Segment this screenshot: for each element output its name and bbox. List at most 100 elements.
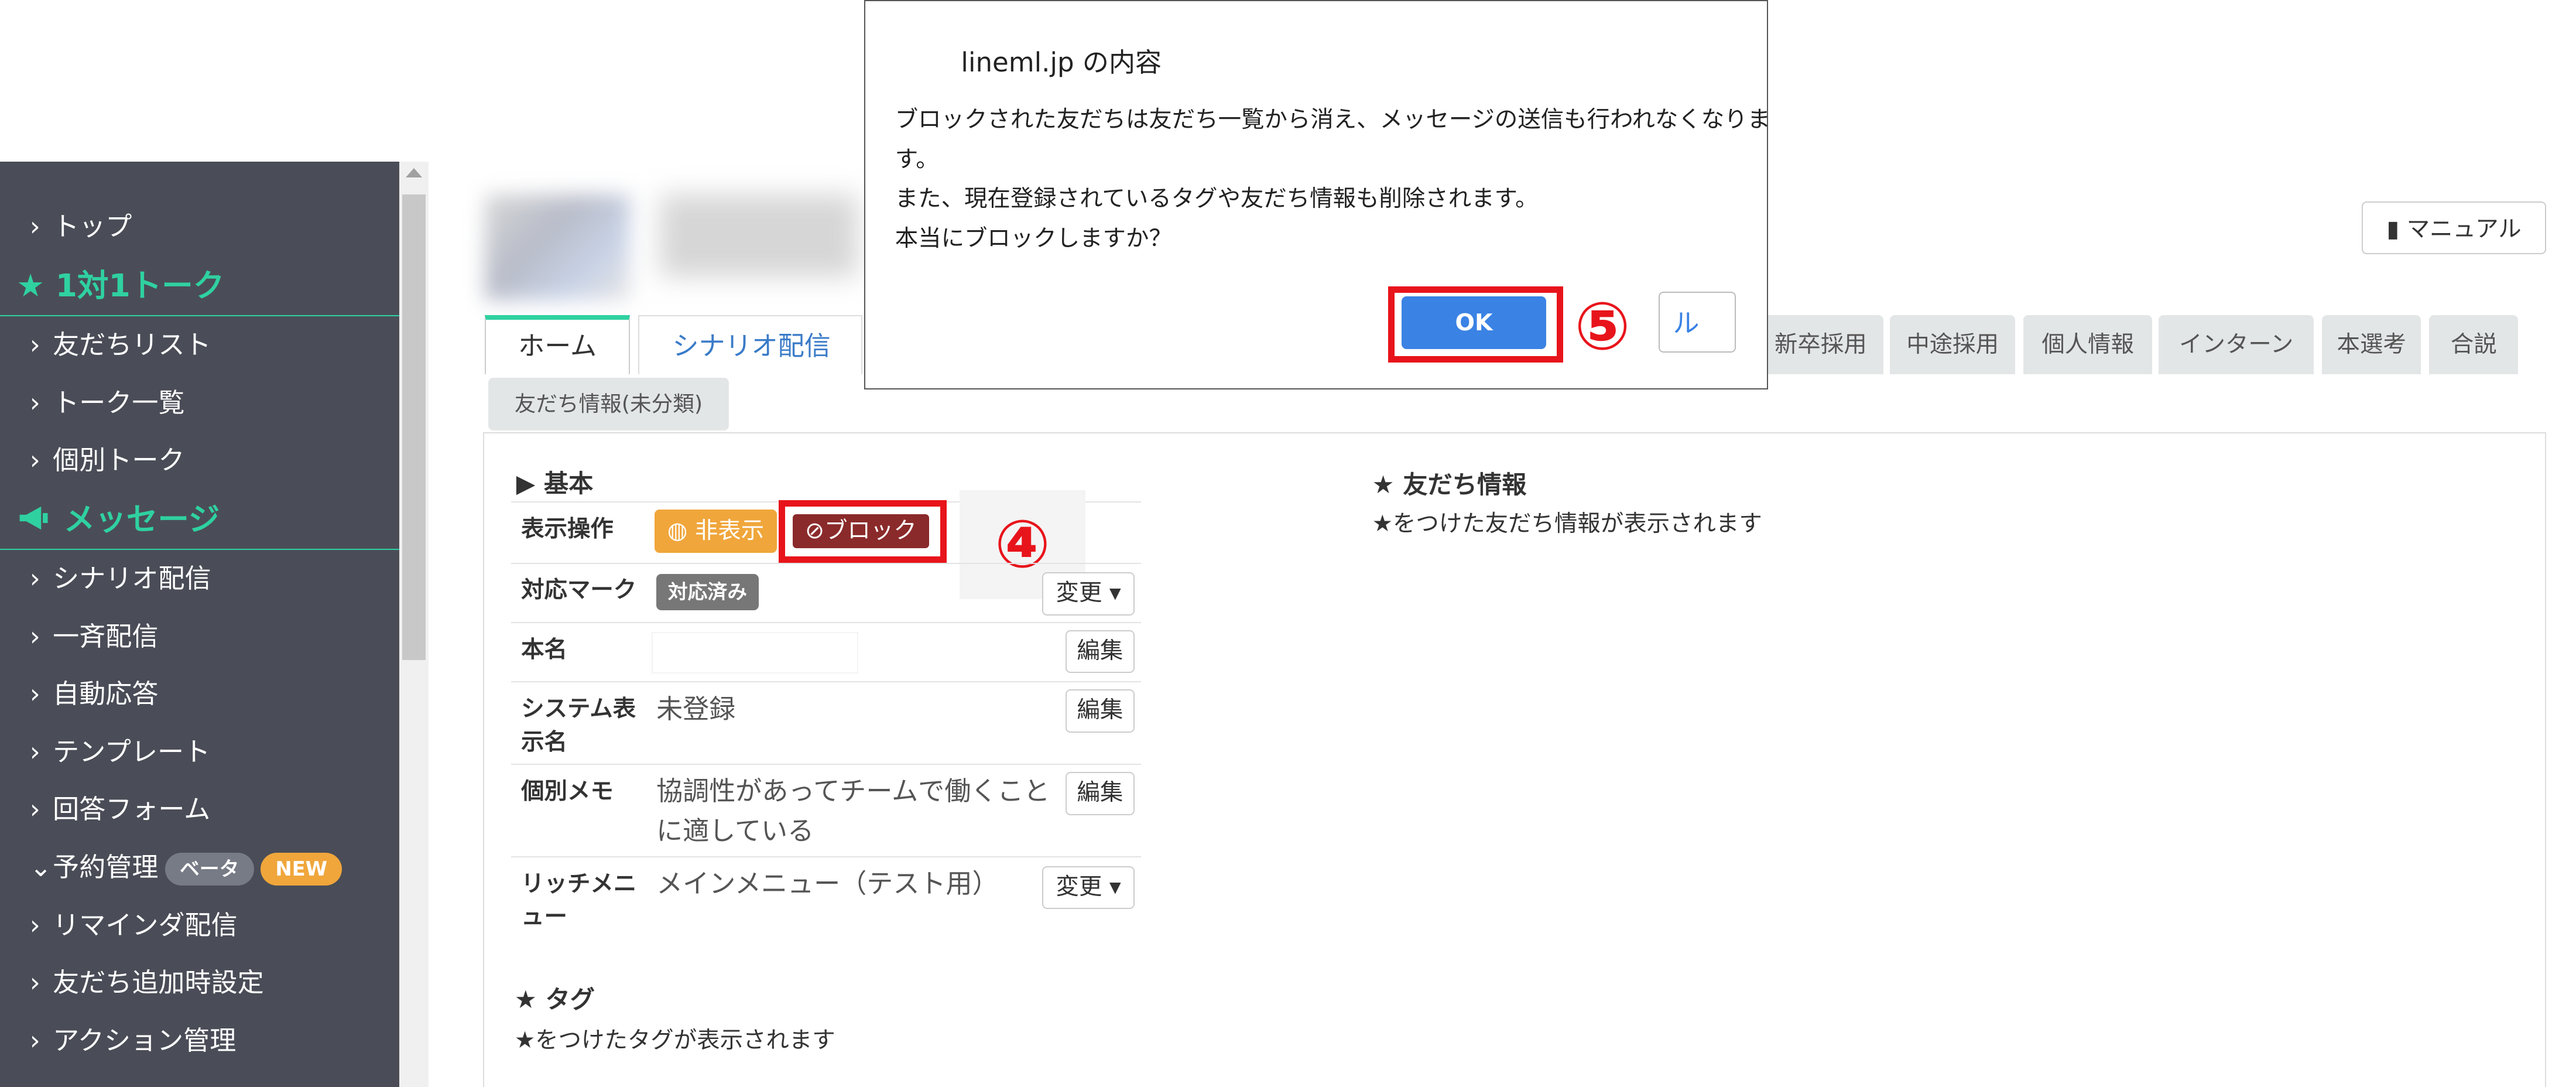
manual-button[interactable]: ▮ マニュアル	[2361, 201, 2547, 254]
star-icon: ★	[16, 266, 56, 304]
friend-name-blurred	[659, 194, 858, 278]
tab-tag-new-grad[interactable]: 新卒採用	[1758, 315, 1883, 375]
chevron-right-icon: ›	[29, 387, 40, 418]
manual-label: マニュアル	[2406, 215, 2522, 242]
tab-tag-briefing[interactable]: 合説	[2429, 315, 2519, 375]
tab-tag-intern[interactable]: インターン	[2159, 315, 2314, 375]
sidebar-section-label: メッセージ	[63, 500, 220, 538]
sidebar-item-action[interactable]: › アクション管理	[0, 1012, 399, 1070]
block-label: ブロック	[824, 517, 917, 545]
edit-system-name-button[interactable]: 編集	[1065, 689, 1135, 733]
status-badge: 対応済み	[656, 574, 759, 611]
new-badge: NEW	[261, 852, 342, 886]
chevron-right-icon: ›	[29, 909, 40, 941]
ok-button[interactable]: OK	[1401, 296, 1547, 350]
sidebar-item-label: 回答フォーム	[53, 794, 211, 825]
chevron-right-icon: ›	[29, 678, 40, 710]
dialog-line: 本当にブロックしますか？	[895, 224, 1172, 252]
friend-info-section-note: ★をつけた友だち情報が表示されます	[1372, 510, 1762, 537]
rich-menu-value: メインメニュー（テスト用）	[656, 868, 999, 900]
chevron-right-icon: ›	[29, 445, 40, 476]
row-label-line: 示名	[521, 728, 567, 756]
block-button[interactable]: ⊘ブロック	[792, 513, 930, 550]
tag-section-note: ★をつけたタグが表示されます	[514, 1026, 835, 1054]
chevron-right-icon: ›	[29, 211, 40, 242]
change-mark-button[interactable]: 変更 ▾	[1042, 572, 1135, 616]
caret-down-icon: ▾	[1109, 579, 1121, 607]
sidebar-item-label: 友だちリスト	[53, 329, 211, 360]
row-label: システム表 示名	[521, 692, 636, 758]
memo-value: 協調性があってチームで働くこと に適している	[656, 771, 1050, 850]
sidebar-item-reservation[interactable]: ⌄ 予約管理 ベータ NEW	[0, 839, 399, 897]
sidebar-item-individual-talk[interactable]: › 個別トーク	[0, 432, 399, 490]
row-label: リッチメニ ュー	[521, 867, 636, 934]
row-label: 表示操作	[521, 515, 614, 543]
chevron-right-icon: ›	[29, 794, 40, 825]
row-label: 本名	[521, 635, 567, 663]
sidebar-scrollbar[interactable]	[399, 162, 429, 1087]
sidebar-item-friend-add[interactable]: › 友だち追加時設定	[0, 954, 399, 1012]
book-icon: ▮	[2386, 215, 2400, 242]
chevron-right-icon: ›	[29, 620, 40, 652]
edit-memo-button[interactable]: 編集	[1065, 772, 1135, 815]
row-label-line: システム表	[521, 695, 636, 723]
sidebar-item-label: 友だち追加時設定	[53, 967, 264, 999]
tag-section-title: ★ タグ	[514, 985, 595, 1014]
row-label: 個別メモ	[521, 778, 614, 805]
sidebar-item-label: アクション管理	[53, 1024, 237, 1056]
tab-home[interactable]: ホーム	[485, 315, 631, 375]
eye-slash-icon: ◍	[667, 517, 688, 545]
tab-tag-main-selection[interactable]: 本選考	[2322, 315, 2421, 375]
edit-real-name-button[interactable]: 編集	[1065, 630, 1135, 674]
sidebar-item-scenario[interactable]: › シナリオ配信	[0, 550, 399, 608]
row-system-name: システム表示名 未登録	[511, 681, 1142, 765]
beta-badge: ベータ	[165, 852, 254, 886]
sidebar-item-talk-list[interactable]: › トーク一覧	[0, 374, 399, 432]
tab-friend-info-uncategorized[interactable]: 友だち情報(未分類)	[488, 378, 729, 431]
scrollbar-thumb[interactable]	[402, 194, 426, 660]
hide-button[interactable]: ◍ 非表示	[655, 510, 777, 553]
chevron-down-icon: ⌄	[29, 852, 52, 883]
row-label: 対応マーク	[521, 576, 637, 604]
step-5-marker: ⑤	[1574, 287, 1630, 365]
hide-label: 非表示	[694, 517, 765, 545]
tab-tag-personal[interactable]: 個人情報	[2023, 315, 2153, 375]
dialog-message: ブロックされた友だちは友だち一覧から消え、メッセージの送信も行われなくなりま す…	[895, 100, 1771, 258]
sidebar-item-auto-reply[interactable]: › 自動応答	[0, 665, 399, 723]
sidebar-item-label: 一斉配信	[53, 620, 159, 652]
sidebar: › トップ ★ 1対1トーク › 友だちリスト › トーク一覧 › 個別トーク メッセー…	[0, 162, 399, 1087]
cancel-button[interactable]: ル	[1658, 291, 1736, 353]
chevron-right-icon: ›	[29, 736, 40, 767]
sidebar-item-top[interactable]: › トップ	[0, 198, 399, 256]
chevron-right-icon: ›	[29, 563, 40, 594]
megaphone-icon	[19, 507, 48, 530]
sidebar-section-message: メッセージ	[0, 490, 399, 551]
sidebar-item-broadcast[interactable]: › 一斉配信	[0, 608, 399, 666]
sidebar-item-form[interactable]: › 回答フォーム	[0, 781, 399, 839]
row-label-line: リッチメニ	[521, 870, 637, 897]
chevron-right-icon: ›	[29, 1024, 40, 1056]
sidebar-section-talk: ★ 1対1トーク	[0, 256, 399, 316]
real-name-value	[651, 631, 858, 674]
button-label: 変更	[1056, 579, 1102, 607]
tab-tag-mid-career[interactable]: 中途採用	[1890, 315, 2016, 375]
scroll-up-icon[interactable]	[405, 168, 422, 178]
change-rich-menu-button[interactable]: 変更 ▾	[1042, 866, 1135, 910]
friend-info-section-title: ★ 友だち情報	[1372, 470, 1527, 500]
sidebar-item-friend-list[interactable]: › 友だちリスト	[0, 316, 399, 374]
tab-scenario[interactable]: シナリオ配信	[638, 315, 863, 375]
button-label: 変更	[1056, 873, 1102, 900]
chevron-right-icon: ›	[29, 967, 40, 999]
system-name-value: 未登録	[656, 693, 736, 724]
dialog-title: lineml.jp の内容	[961, 46, 1162, 78]
memo-line: に適している	[656, 815, 814, 847]
sidebar-item-label: 自動応答	[53, 678, 159, 710]
sidebar-item-template[interactable]: › テンプレート	[0, 723, 399, 781]
sidebar-item-reminder[interactable]: › リマインダ配信	[0, 897, 399, 955]
row-label-line: ュー	[521, 903, 567, 931]
confirm-dialog: lineml.jp の内容 ブロックされた友だちは友だち一覧から消え、メッセージ…	[864, 0, 1771, 389]
ban-icon: ⊘	[805, 517, 825, 545]
dialog-line: ブロックされた友だちは友だち一覧から消え、メッセージの送信も行われなくなりま	[895, 106, 1771, 133]
sidebar-item-label: トーク一覧	[53, 387, 185, 418]
sidebar-item-label: シナリオ配信	[53, 563, 211, 594]
